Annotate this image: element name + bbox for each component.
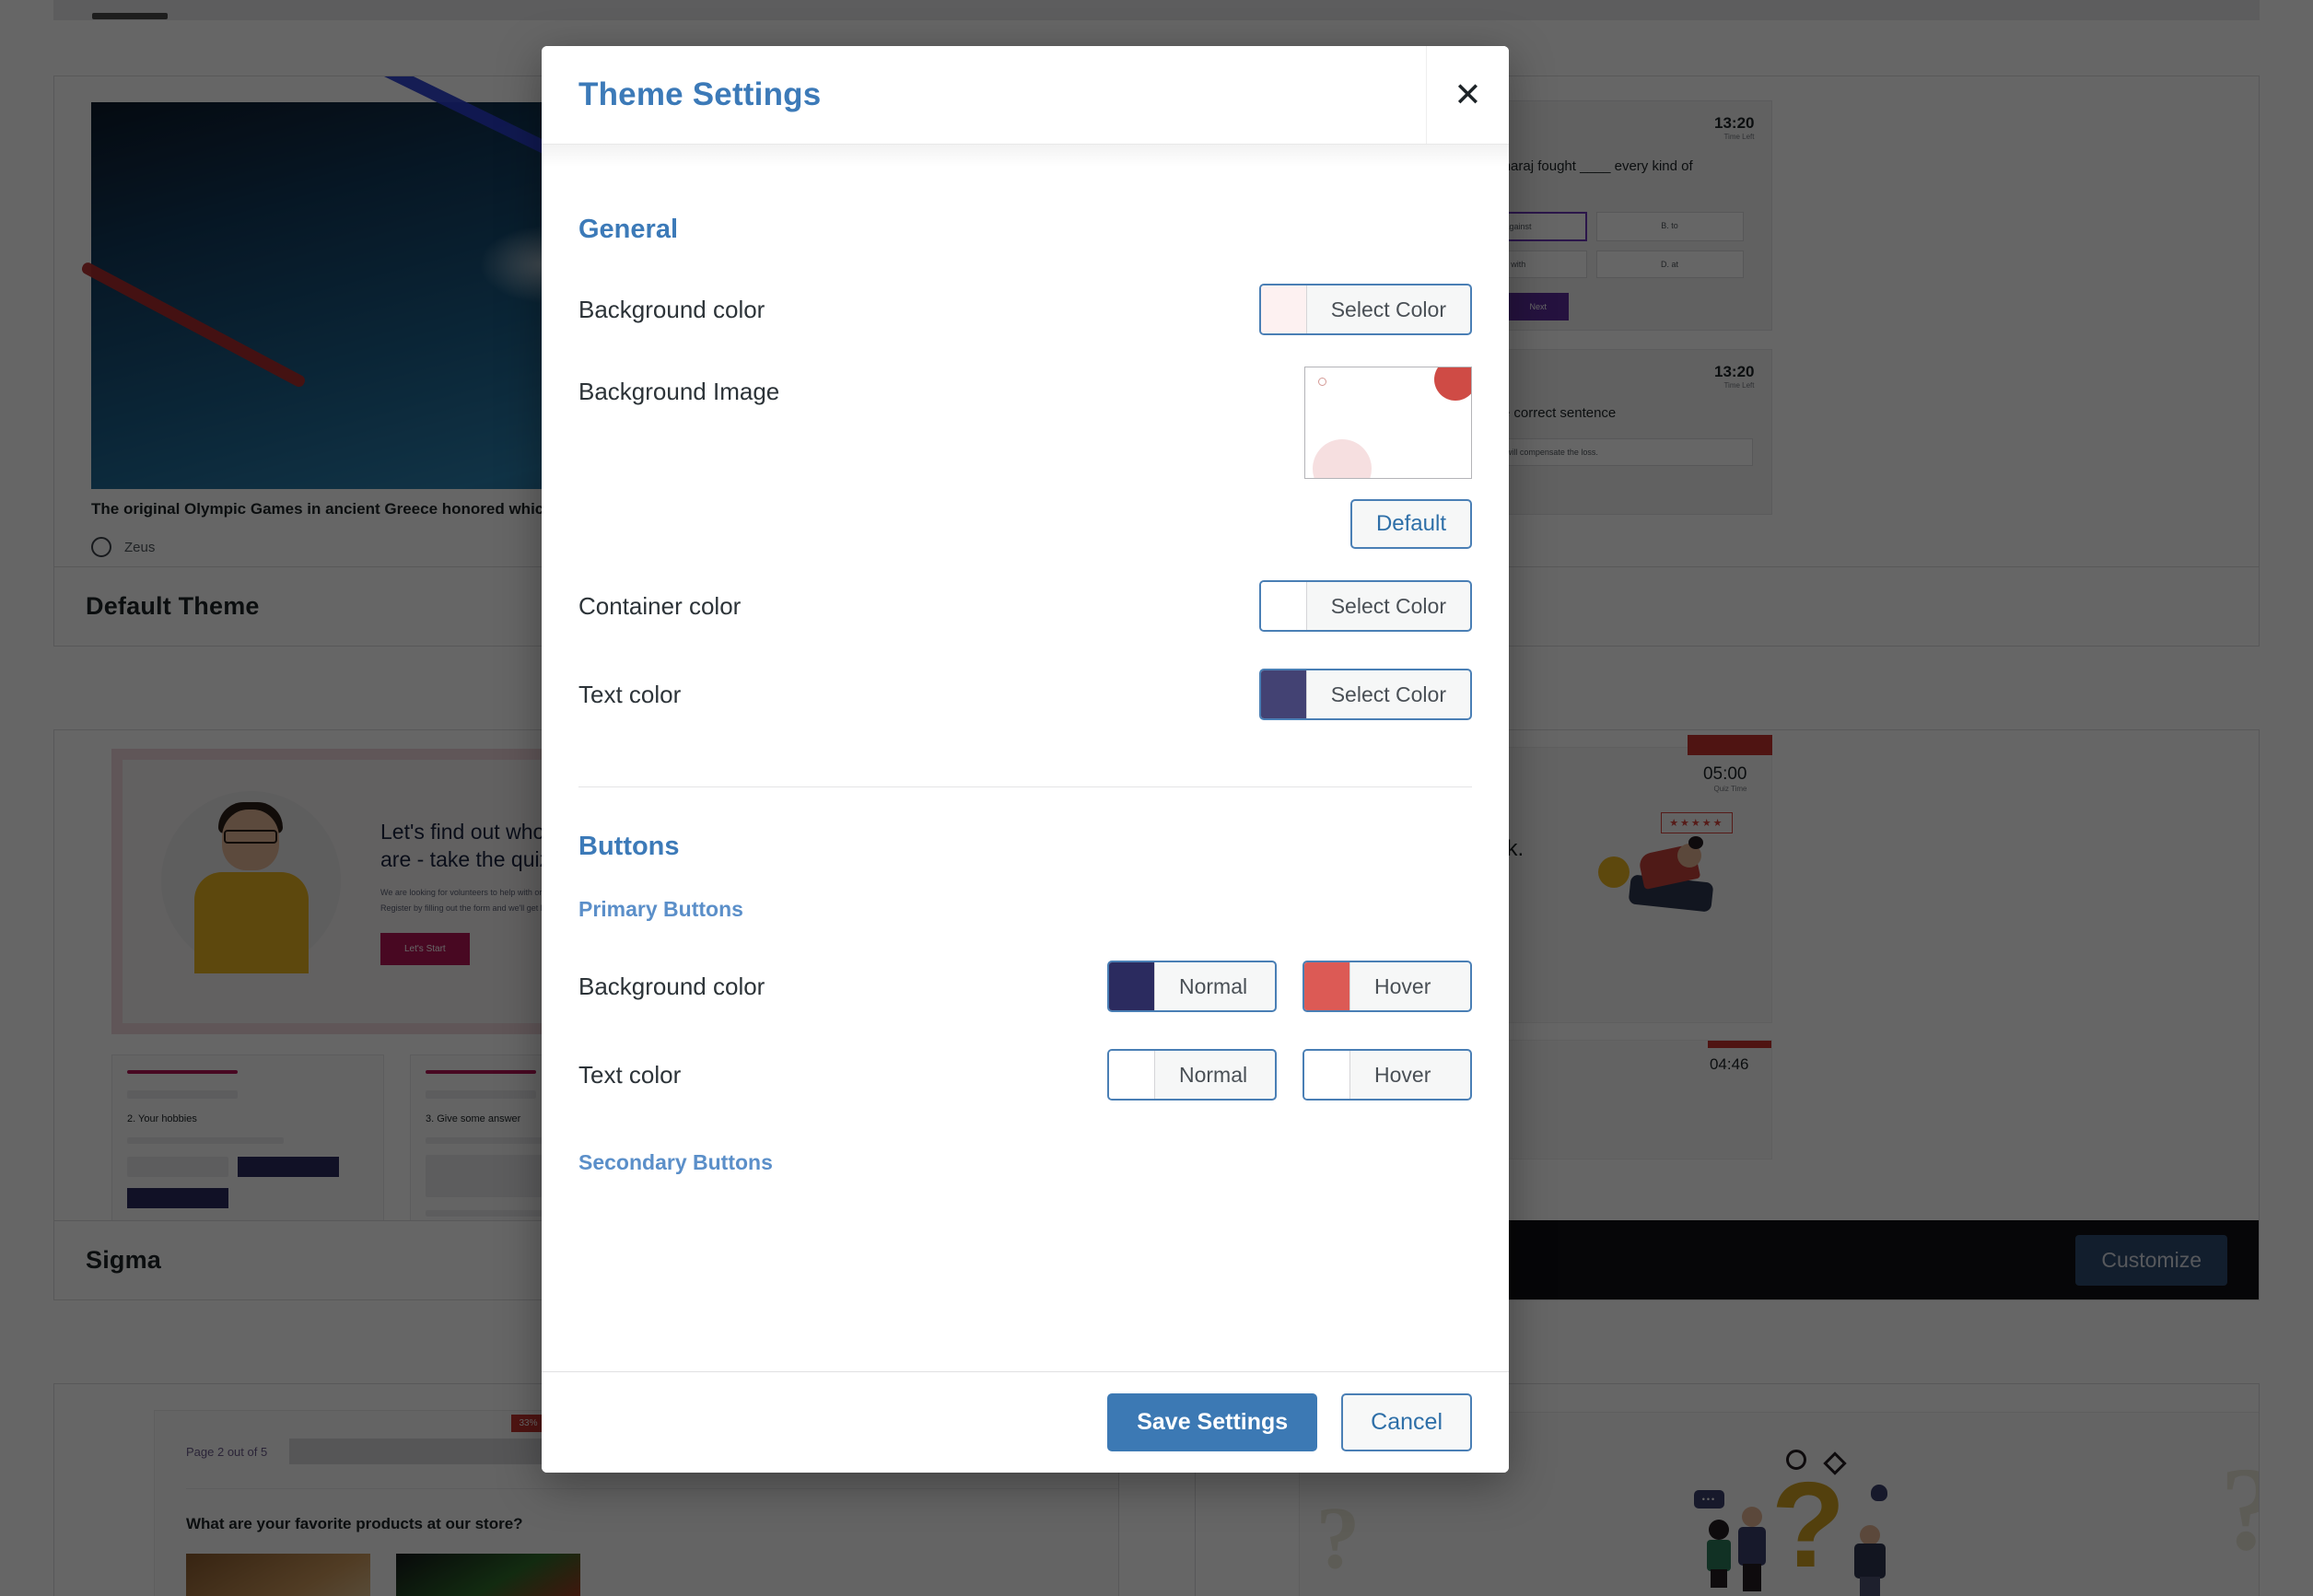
primary-text-normal-label: Normal: [1179, 1062, 1248, 1087]
field-label-background-color: Background color: [578, 295, 765, 323]
primary-background-hover-label: Hover: [1374, 973, 1431, 998]
modal-title: Theme Settings: [578, 76, 822, 112]
field-primary-background-color: Background color Normal Hover: [578, 942, 1472, 1031]
field-label-primary-background-color: Background color: [578, 972, 765, 1000]
pink-circle-shape: [1313, 439, 1372, 478]
theme-settings-modal: Theme Settings ✕ General Background colo…: [542, 46, 1509, 1473]
background-color-picker[interactable]: Select Color: [1258, 284, 1472, 335]
field-background-image: Background Image Default: [578, 367, 1472, 549]
modal-body[interactable]: General Background color Select Color Ba…: [542, 145, 1509, 1371]
primary-background-hover-picker[interactable]: Hover: [1303, 961, 1472, 1012]
container-color-picker-label: Select Color: [1330, 593, 1446, 618]
modal-header: Theme Settings ✕: [542, 46, 1509, 145]
primary-background-normal-label: Normal: [1179, 973, 1248, 998]
text-color-picker[interactable]: Select Color: [1258, 669, 1472, 720]
background-image-preview[interactable]: [1304, 367, 1472, 479]
field-label-background-image: Background Image: [578, 378, 780, 405]
primary-background-hover-swatch: [1304, 962, 1350, 1010]
primary-text-normal-swatch: [1109, 1051, 1155, 1099]
close-icon[interactable]: ✕: [1426, 46, 1509, 144]
subsection-heading-primary-buttons: Primary Buttons: [578, 897, 743, 921]
page-root: The original Olympic Games in ancient Gr…: [0, 0, 2313, 1596]
primary-text-hover-picker[interactable]: Hover: [1303, 1049, 1472, 1101]
circle-outline-icon: [1318, 378, 1326, 386]
container-color-picker[interactable]: Select Color: [1258, 580, 1472, 632]
section-divider: [578, 786, 1472, 787]
background-image-default-button[interactable]: Default: [1349, 499, 1472, 549]
text-color-picker-label: Select Color: [1330, 682, 1446, 706]
save-settings-button[interactable]: Save Settings: [1107, 1393, 1318, 1451]
primary-text-normal-picker[interactable]: Normal: [1107, 1049, 1277, 1101]
section-heading-general: General: [578, 215, 678, 244]
text-color-swatch: [1260, 670, 1307, 718]
cancel-button[interactable]: Cancel: [1341, 1393, 1472, 1451]
subsection-heading-secondary-buttons: Secondary Buttons: [578, 1150, 773, 1174]
section-heading-buttons: Buttons: [578, 832, 680, 861]
field-label-container-color: Container color: [578, 591, 742, 620]
primary-background-normal-picker[interactable]: Normal: [1107, 961, 1277, 1012]
primary-text-hover-swatch: [1304, 1051, 1350, 1099]
field-text-color-general: Text color Select Color: [578, 650, 1472, 739]
modal-footer: Save Settings Cancel: [542, 1371, 1509, 1473]
field-primary-text-color: Text color Normal Hover: [578, 1031, 1472, 1119]
background-color-picker-label: Select Color: [1330, 297, 1446, 321]
field-container-color: Container color Select Color: [578, 562, 1472, 650]
container-color-swatch: [1260, 582, 1307, 630]
background-color-swatch: [1260, 285, 1307, 333]
field-background-color: Background color Select Color: [578, 265, 1472, 354]
primary-text-hover-label: Hover: [1374, 1062, 1431, 1087]
red-circle-shape: [1434, 367, 1471, 401]
primary-background-normal-swatch: [1109, 962, 1155, 1010]
field-label-text-color-general: Text color: [578, 680, 682, 708]
field-label-primary-text-color: Text color: [578, 1060, 682, 1089]
